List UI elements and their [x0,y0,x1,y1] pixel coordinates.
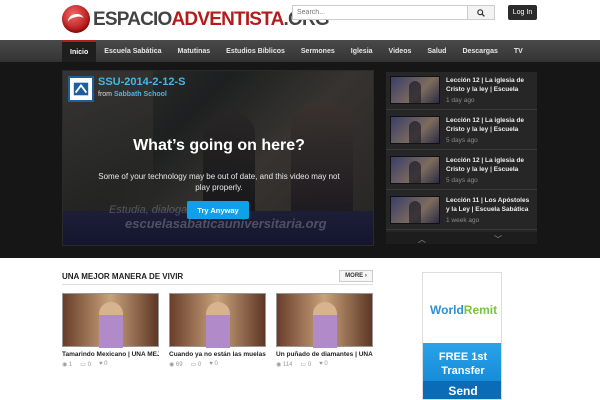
nav-item-iglesia[interactable]: Iglesia [343,40,381,62]
video-thumbnail[interactable] [390,76,440,104]
logo-text-adventista: ADVENTISTA [171,8,285,30]
view-count: 114 [282,362,293,368]
video-card[interactable]: Un puñado de diamantes | UNA ... ◉ 114 ▭… [276,293,373,368]
playlist-item-title[interactable]: Lección 12 | La iglesia de Cristo y la l… [446,116,534,134]
playlist-item-time: 1 day ago [446,97,475,104]
chevron-up-icon[interactable]: ︿ [418,234,426,245]
views-icon: ◉ 1 [62,362,73,368]
list-item[interactable]: Lección 11 | Los Apóstoles y la Ley | Es… [386,192,537,230]
like-count: 0 [104,361,108,367]
section-divider [62,284,373,285]
logo-mark-icon [62,5,90,33]
player-warning-heading: What’s going on here? [133,137,305,154]
login-button[interactable]: Log In [508,5,537,20]
nav-item-sermones[interactable]: Sermones [293,40,343,62]
nav-item-estudios-biblicos[interactable]: Estudios Bíblicos [218,40,293,62]
search-icon [477,8,485,17]
ad-send-button[interactable]: Send [423,381,501,399]
like-count: 0 [324,361,328,367]
ad-subheadline: Transfer [441,365,485,377]
video-thumbnail[interactable] [169,293,266,348]
video-card-stats: ◉ 114 ▭ 0 ♥ 0 [276,361,373,368]
video-card-title[interactable]: Un puñado de diamantes | UNA ... [276,351,373,358]
logo-text-espacio: ESPACIO [93,8,172,30]
views-icon: ◉ 114 [276,362,293,368]
video-thumbnail[interactable] [276,293,373,348]
search-form [292,5,495,20]
comment-count: 0 [307,362,312,368]
nav-item-escuela-sabatica[interactable]: Escuela Sabática [96,40,169,62]
video-card-stats: ◉ 1 ▭ 0 ♥ 0 [62,361,159,368]
nav-item-inicio[interactable]: Inicio [62,40,97,62]
list-item[interactable]: Lección 12 | La iglesia de Cristo y la l… [386,152,537,190]
views-icon: ◉ 69 [169,362,183,368]
advertisement[interactable]: WorldRemit FREE 1st Transfer Send [422,272,502,400]
ad-headline: FREE 1st [438,351,488,363]
more-button[interactable]: MORE › [339,270,373,282]
playlist-item-title[interactable]: Lección 11 | Los Apóstoles y la Ley | Es… [446,196,534,214]
nav-item-tv[interactable]: TV [506,40,531,62]
list-item[interactable]: Lección 12 | La iglesia de Cristo y la l… [386,112,537,150]
comment-count: 0 [87,362,91,368]
view-count: 1 [68,362,73,368]
comment-icon: ▭ 0 [190,362,202,368]
video-card[interactable]: Tamarindo Mexicano | UNA MEJ... ◉ 1 ▭ 0 … [62,293,159,368]
video-thumbnail[interactable] [390,196,440,224]
video-title[interactable]: SSU-2014-2-12-S [98,76,185,88]
video-thumbnail[interactable] [62,293,159,348]
video-thumbnail[interactable] [390,156,440,184]
search-input[interactable] [292,5,467,20]
playlist-item-time: 5 days ago [446,137,478,144]
heart-icon: ♥ 0 [319,361,328,367]
try-anyway-button[interactable]: Try Anyway [187,201,249,219]
main-nav: Inicio Escuela Sabática Matutinas Estudi… [0,40,600,62]
video-player[interactable]: Estudia, dialoga... escuelasabaticaunive… [62,70,374,246]
playlist-item-time: 5 days ago [446,177,478,184]
channel-link[interactable]: Sabbath School [114,91,167,98]
nav-item-salud[interactable]: Salud [419,40,454,62]
comment-count: 0 [197,362,202,368]
site-logo[interactable]: ESPACIOADVENTISTA.ORG [62,5,330,33]
like-count: 0 [214,361,218,367]
nav-item-descargas[interactable]: Descargas [454,40,505,62]
section-title: UNA MEJOR MANERA DE VIVIR [62,272,184,281]
heart-icon: ♥ 0 [209,361,218,367]
playlist-item-time: 1 week ago [446,217,480,224]
video-card-title[interactable]: Tamarindo Mexicano | UNA MEJ... [62,351,159,358]
nav-item-matutinas[interactable]: Matutinas [169,40,218,62]
player-warning-message: Some of your technology may be out of da… [98,172,340,192]
ad-brand-logo: WorldRemit [430,303,498,317]
channel-logo-icon [73,82,89,96]
list-item[interactable]: Lección 12 | La iglesia de Cristo y la l… [386,72,537,110]
chevron-down-icon[interactable]: ﹀ [494,234,502,245]
video-card-stats: ◉ 69 ▭ 0 ♥ 0 [169,361,266,368]
playlist-pager: ︿ ﹀ [386,232,537,244]
channel-avatar[interactable] [68,76,94,102]
playlist-item-title[interactable]: Lección 12 | La iglesia de Cristo y la l… [446,156,534,174]
video-source: from Sabbath School [98,91,167,98]
comment-icon: ▭ 0 [300,362,312,368]
video-card-title[interactable]: Cuando ya no están las muelas ... [169,351,266,358]
video-thumbnail[interactable] [390,116,440,144]
comment-icon: ▭ 0 [80,362,91,368]
playlist-item-title[interactable]: Lección 12 | La iglesia de Cristo y la l… [446,76,534,94]
video-card[interactable]: Cuando ya no están las muelas ... ◉ 69 ▭… [169,293,266,368]
nav-item-videos[interactable]: Videos [381,40,420,62]
search-button[interactable] [467,5,495,20]
site-header: ESPACIOADVENTISTA.ORG Log In [0,0,600,40]
view-count: 69 [175,362,183,368]
heart-icon: ♥ 0 [98,361,108,367]
video-playlist: Lección 12 | La iglesia de Cristo y la l… [386,72,537,244]
